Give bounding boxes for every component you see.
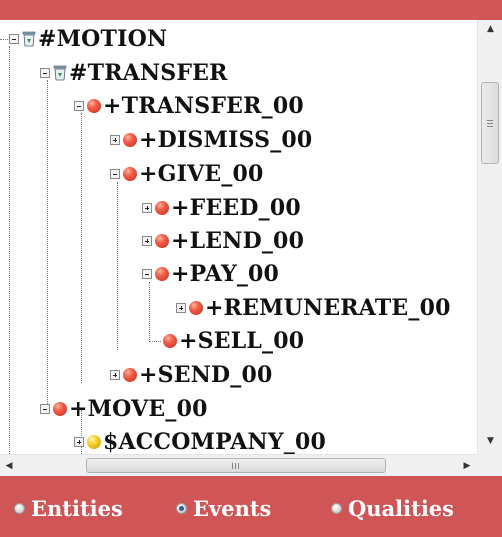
- radio-button-checked-icon[interactable]: [176, 503, 187, 514]
- collapse-toggle-icon[interactable]: [74, 101, 84, 111]
- tree-node-label: +DISMISS_00: [139, 127, 313, 153]
- scroll-left-arrow-icon[interactable]: ◀: [0, 455, 18, 477]
- radio-option-events[interactable]: Events: [176, 496, 271, 521]
- red-ball-icon: [163, 334, 177, 348]
- collapse-toggle-icon[interactable]: [142, 269, 152, 279]
- tree-node-label: +REMUNERATE_00: [205, 295, 451, 321]
- radio-label-entities: Entities: [31, 496, 123, 521]
- tree-node-label: +TRANSFER_00: [103, 93, 304, 119]
- tree-node-accompany-00[interactable]: $ACCOMPANY_00: [74, 427, 326, 454]
- red-ball-icon: [155, 234, 169, 248]
- recycle-bin-icon: [22, 31, 36, 47]
- grip-line: [487, 123, 493, 124]
- top-header-bar: [0, 0, 502, 20]
- radio-option-qualities[interactable]: Qualities: [331, 496, 454, 521]
- tree-node-send-00[interactable]: +SEND_00: [110, 360, 273, 390]
- tree-node-label: +LEND_00: [171, 228, 305, 254]
- horizontal-scroll-thumb[interactable]: [86, 458, 386, 473]
- red-ball-icon: [123, 167, 137, 181]
- radio-button-icon[interactable]: [14, 503, 25, 514]
- grip-line: [232, 463, 233, 469]
- scrollbar-corner: [477, 454, 502, 476]
- tree-connector: [0, 38, 8, 40]
- vertical-scrollbar[interactable]: ▲ ▼: [477, 20, 502, 454]
- tree-node-label: $ACCOMPANY_00: [103, 429, 326, 454]
- yellow-ball-icon: [87, 435, 101, 449]
- tree-node-sell-00[interactable]: +SELL_00: [163, 326, 304, 356]
- tree-node-transfer-00[interactable]: +TRANSFER_00: [74, 91, 304, 121]
- radio-label-qualities: Qualities: [348, 496, 454, 521]
- recycle-bin-icon: [53, 65, 67, 81]
- red-ball-icon: [155, 201, 169, 215]
- red-ball-icon: [155, 267, 169, 281]
- grip-line: [487, 120, 493, 121]
- tree-guide-line: [149, 282, 150, 342]
- red-ball-icon: [189, 301, 203, 315]
- red-ball-icon: [123, 368, 137, 382]
- red-ball-icon: [53, 402, 67, 416]
- tree-node-label: #TRANSFER: [69, 60, 228, 86]
- radio-label-events: Events: [193, 496, 272, 521]
- tree-node-move-00[interactable]: +MOVE_00: [40, 394, 208, 424]
- tree-guide-line: [149, 341, 161, 342]
- red-ball-icon: [87, 99, 101, 113]
- grip-line: [235, 463, 236, 469]
- tree-node-label: +GIVE_00: [139, 161, 264, 187]
- tree-node-dismiss-00[interactable]: +DISMISS_00: [110, 125, 312, 155]
- collapse-toggle-icon[interactable]: [40, 404, 50, 414]
- expand-toggle-icon[interactable]: [110, 135, 120, 145]
- expand-toggle-icon[interactable]: [176, 303, 186, 313]
- tree-node-label: +SEND_00: [139, 362, 273, 388]
- event-tree: #MOTION #TRANSFER +TRANSFER_00 +DISMISS_…: [0, 20, 477, 454]
- view-selector-bar: Entities Events Qualities: [0, 476, 502, 537]
- scroll-up-arrow-icon[interactable]: ▲: [478, 20, 502, 38]
- grip-line: [238, 463, 239, 469]
- tree-guide-line: [81, 113, 82, 383]
- red-ball-icon: [123, 133, 137, 147]
- vertical-scroll-thumb[interactable]: [481, 82, 499, 164]
- tree-node-motion[interactable]: #MOTION: [0, 24, 167, 54]
- expand-toggle-icon[interactable]: [110, 370, 120, 380]
- tree-guide-line: [47, 80, 48, 410]
- radio-option-entities[interactable]: Entities: [14, 496, 123, 521]
- tree-node-label: #MOTION: [38, 26, 168, 52]
- tree-node-label: +MOVE_00: [69, 396, 208, 422]
- collapse-toggle-icon[interactable]: [40, 68, 50, 78]
- tree-node-feed-00[interactable]: +FEED_00: [142, 193, 301, 223]
- grip-line: [487, 126, 493, 127]
- horizontal-scrollbar[interactable]: ◀ ▶: [0, 454, 477, 477]
- collapse-toggle-icon[interactable]: [110, 169, 120, 179]
- tree-guide-line: [117, 182, 118, 350]
- expand-toggle-icon[interactable]: [142, 203, 152, 213]
- tree-node-label: +FEED_00: [171, 195, 301, 221]
- tree-node-give-00[interactable]: +GIVE_00: [110, 159, 264, 189]
- tree-node-transfer-category[interactable]: #TRANSFER: [40, 58, 228, 88]
- scroll-right-arrow-icon[interactable]: ▶: [458, 455, 476, 477]
- tree-guide-line: [9, 46, 10, 454]
- tree-node-remunerate-00[interactable]: +REMUNERATE_00: [176, 293, 451, 323]
- scroll-down-arrow-icon[interactable]: ▼: [478, 432, 502, 450]
- tree-node-label: +PAY_00: [171, 261, 280, 287]
- radio-button-icon[interactable]: [331, 503, 342, 514]
- expand-toggle-icon[interactable]: [142, 236, 152, 246]
- collapse-toggle-icon[interactable]: [9, 34, 19, 44]
- expand-toggle-icon[interactable]: [74, 437, 84, 447]
- tree-node-lend-00[interactable]: +LEND_00: [142, 226, 304, 256]
- tree-node-label: +SELL_00: [179, 328, 305, 354]
- tree-node-pay-00[interactable]: +PAY_00: [142, 259, 279, 289]
